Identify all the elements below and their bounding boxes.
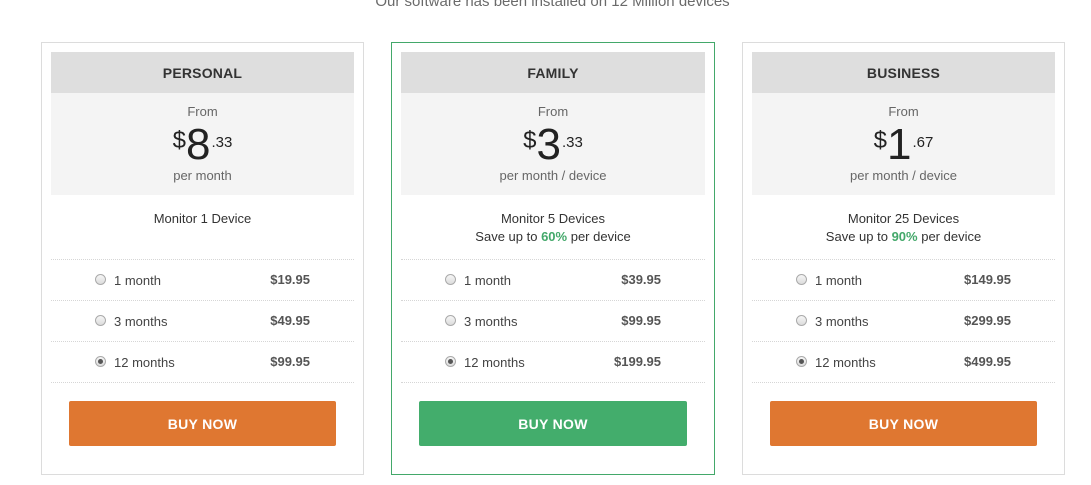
- savings-percent: 90%: [891, 229, 918, 244]
- price-period: per month / device: [850, 168, 957, 183]
- plan-description: Monitor 5 Devices Save up to 60% per dev…: [401, 195, 705, 259]
- plan-card-personal: PERSONAL From $ 8 .33 per month Monitor …: [41, 42, 364, 475]
- radio-button-selected[interactable]: [445, 356, 456, 367]
- option-3-months[interactable]: 3 months $99.95: [401, 301, 705, 342]
- price-whole: 1: [887, 120, 912, 169]
- currency-symbol: $: [873, 127, 887, 154]
- currency-symbol: $: [172, 127, 186, 154]
- radio-button[interactable]: [445, 274, 456, 285]
- buy-now-button[interactable]: BUY NOW: [770, 401, 1037, 446]
- price-cents: .33: [561, 134, 583, 151]
- option-label: 3 months: [815, 314, 869, 329]
- plan-card-family: FAMILY From $ 3 .33 per month / device M…: [391, 42, 715, 475]
- savings-suffix: per device: [567, 229, 631, 244]
- option-price: $199.95: [614, 354, 661, 369]
- savings-prefix: Save up to: [825, 229, 892, 244]
- savings-suffix: per device: [917, 229, 982, 244]
- option-price: $149.95: [964, 272, 1011, 287]
- savings-percent: 60%: [541, 229, 568, 244]
- savings-prefix: Save up to: [475, 229, 542, 244]
- from-label: From: [537, 104, 569, 119]
- option-price: $49.95: [270, 313, 310, 328]
- option-label: 12 months: [114, 355, 175, 370]
- plan-price: $ 1 .67: [752, 121, 1055, 169]
- option-label: 1 month: [464, 273, 511, 288]
- option-price: $39.95: [621, 272, 661, 287]
- buy-now-button[interactable]: BUY NOW: [69, 401, 336, 446]
- price-box: From $ 8 .33 per month: [51, 93, 354, 195]
- option-label: 3 months: [464, 314, 518, 329]
- savings-note: Save up to 90% per device: [752, 228, 1055, 246]
- currency-symbol: $: [523, 127, 537, 154]
- option-1-month[interactable]: 1 month $39.95: [401, 260, 705, 301]
- price-whole: 8: [186, 120, 211, 169]
- device-count: Monitor 5 Devices: [500, 211, 606, 226]
- price-box: From $ 1 .67 per month / device: [752, 93, 1055, 195]
- option-price: $299.95: [964, 313, 1011, 328]
- price-period: per month: [173, 168, 232, 183]
- plan-description: Monitor 25 Devices Save up to 90% per de…: [752, 195, 1055, 259]
- duration-options: 1 month $19.95 3 months $49.95 12 months…: [51, 259, 354, 383]
- savings-note: Save up to 60% per device: [401, 228, 705, 246]
- plan-price: $ 8 .33: [51, 121, 354, 169]
- option-price: $499.95: [964, 354, 1011, 369]
- option-1-month[interactable]: 1 month $149.95: [752, 260, 1055, 301]
- price-cents: .33: [211, 134, 233, 151]
- price-whole: 3: [536, 120, 561, 169]
- device-count: Monitor 1 Device: [153, 211, 252, 226]
- radio-button[interactable]: [95, 274, 106, 285]
- plan-name: BUSINESS: [752, 52, 1055, 93]
- device-count: Monitor 25 Devices: [847, 211, 960, 226]
- option-label: 12 months: [815, 355, 876, 370]
- price-cents: .67: [912, 134, 934, 151]
- duration-options: 1 month $39.95 3 months $99.95 12 months…: [401, 259, 705, 383]
- plan-card-business: BUSINESS From $ 1 .67 per month / device…: [742, 42, 1065, 475]
- plan-name: FAMILY: [401, 52, 705, 93]
- option-price: $99.95: [270, 354, 310, 369]
- price-period: per month / device: [499, 168, 607, 183]
- from-label: From: [187, 104, 218, 119]
- radio-button[interactable]: [95, 315, 106, 326]
- option-12-months[interactable]: 12 months $499.95: [752, 342, 1055, 383]
- radio-button-selected[interactable]: [796, 356, 807, 367]
- option-label: 1 month: [114, 273, 161, 288]
- plan-name: PERSONAL: [51, 52, 354, 93]
- installs-subtitle: Our software has been installed on 12 Mi…: [375, 0, 730, 10]
- option-label: 3 months: [114, 314, 168, 329]
- price-box: From $ 3 .33 per month / device: [401, 93, 705, 195]
- option-price: $19.95: [270, 272, 310, 287]
- option-label: 1 month: [815, 273, 862, 288]
- radio-button[interactable]: [445, 315, 456, 326]
- option-1-month[interactable]: 1 month $19.95: [51, 260, 354, 301]
- option-12-months[interactable]: 12 months $99.95: [51, 342, 354, 383]
- option-label: 12 months: [464, 355, 525, 370]
- duration-options: 1 month $149.95 3 months $299.95 12 mont…: [752, 259, 1055, 383]
- option-12-months[interactable]: 12 months $199.95: [401, 342, 705, 383]
- plan-description: Monitor 1 Device: [51, 195, 354, 259]
- option-3-months[interactable]: 3 months $299.95: [752, 301, 1055, 342]
- radio-button[interactable]: [796, 274, 807, 285]
- radio-button[interactable]: [796, 315, 807, 326]
- option-3-months[interactable]: 3 months $49.95: [51, 301, 354, 342]
- option-price: $99.95: [621, 313, 661, 328]
- buy-now-button[interactable]: BUY NOW: [419, 401, 687, 446]
- from-label: From: [888, 104, 919, 119]
- radio-button-selected[interactable]: [95, 356, 106, 367]
- plan-price: $ 3 .33: [401, 121, 705, 169]
